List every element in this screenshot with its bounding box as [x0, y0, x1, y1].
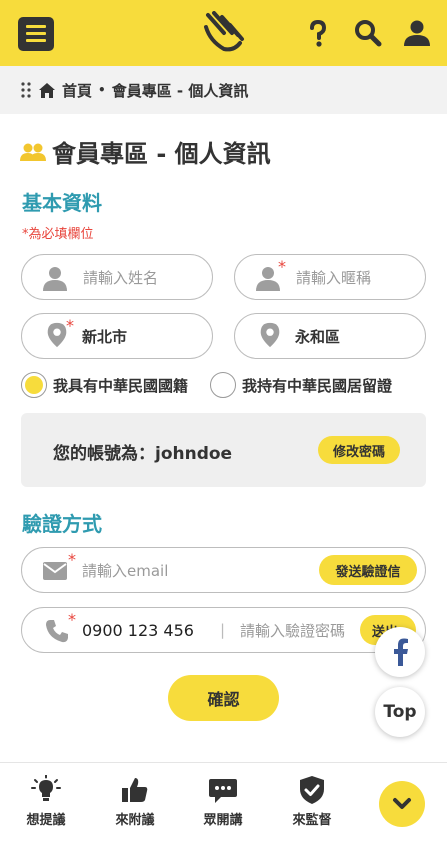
shield-check-icon — [300, 776, 324, 804]
nickname-placeholder: 請輸入暱稱 — [296, 268, 372, 287]
required-mark: * — [68, 610, 76, 629]
facebook-icon — [394, 638, 408, 666]
radio-resident[interactable]: 我持有中華民國居留證 — [210, 372, 392, 398]
nav-discuss[interactable]: 眾開講 — [188, 775, 258, 828]
grip-dots-icon — [21, 82, 31, 98]
verify-heading: 驗證方式 — [22, 512, 102, 536]
hand-logo-icon[interactable] — [202, 11, 246, 53]
back-to-top-button[interactable]: Top — [375, 687, 425, 737]
map-pin-icon — [260, 322, 280, 348]
envelope-icon — [43, 562, 67, 580]
menu-bar — [26, 32, 46, 35]
phone-field[interactable]: * 0900 123 456 | 請輸入驗證密碼 送出 — [21, 607, 426, 653]
page-title-text: 會員專區 - 個人資訊 — [52, 140, 271, 168]
email-placeholder: 請輸入email — [82, 561, 169, 580]
page-title: 會員專區 - 個人資訊 — [20, 134, 271, 169]
name-field[interactable]: 請輸入姓名 — [21, 254, 213, 300]
menu-button[interactable] — [18, 17, 54, 51]
nav-second[interactable]: 來附議 — [100, 775, 170, 828]
nav-second-label: 來附議 — [115, 813, 155, 828]
facebook-share-button[interactable] — [375, 627, 425, 677]
radio-citizen[interactable]: 我具有中華民國國籍 — [21, 372, 188, 398]
nickname-field[interactable]: * 請輸入暱稱 — [234, 254, 426, 300]
radio-citizen-label: 我具有中華民國國籍 — [53, 376, 189, 395]
radio-citizen-circle[interactable] — [21, 372, 47, 398]
breadcrumb-separator: • — [98, 83, 106, 97]
nav-propose[interactable]: 想提議 — [11, 775, 81, 828]
menu-bar — [26, 39, 46, 42]
user-icon[interactable] — [403, 19, 431, 47]
radio-resident-circle[interactable] — [210, 372, 236, 398]
account-label: 您的帳號為：johndoe — [53, 444, 233, 464]
district-select[interactable]: 永和區 — [234, 313, 426, 359]
email-field[interactable]: 請輸入email * 請輸入email 發送驗證信 — [21, 547, 426, 593]
question-mark-icon[interactable] — [304, 19, 332, 47]
nav-monitor-label: 來監督 — [292, 813, 332, 828]
field-divider: | — [220, 621, 226, 639]
users-group-icon — [20, 143, 46, 161]
lightbulb-icon — [31, 775, 61, 801]
scroll-down-button[interactable] — [379, 781, 425, 827]
city-select[interactable]: * 新北市 — [21, 313, 213, 359]
sms-code-placeholder[interactable]: 請輸入驗證密碼 — [240, 620, 345, 641]
required-note: *為必填欄位 — [22, 227, 94, 242]
required-mark: * — [278, 257, 286, 276]
send-verification-email-button[interactable]: 發送驗證信 — [319, 555, 417, 585]
district-value: 永和區 — [295, 327, 341, 346]
basic-info-heading: 基本資料 — [22, 191, 102, 215]
breadcrumb-current: 會員專區 - 個人資訊 — [111, 81, 249, 100]
confirm-button[interactable]: 確認 — [168, 675, 279, 721]
menu-bar — [26, 25, 46, 28]
city-value: 新北市 — [82, 327, 128, 346]
name-placeholder: 請輸入姓名 — [83, 268, 159, 287]
account-box: 您的帳號為：johndoe 修改密碼 — [21, 413, 426, 487]
app-header — [0, 0, 447, 66]
chat-bubble-icon — [209, 779, 237, 803]
breadcrumb: 首頁 • 會員專區 - 個人資訊 — [0, 66, 447, 114]
thumbs-up-icon — [122, 778, 148, 802]
required-mark: * — [68, 550, 76, 569]
required-mark: * — [66, 316, 74, 335]
back-to-top-label: Top — [383, 702, 417, 722]
nav-propose-label: 想提議 — [26, 813, 66, 828]
person-icon — [43, 267, 67, 291]
bottom-nav: 想提議 來附議 眾開講 來監督 — [0, 762, 447, 842]
home-icon[interactable] — [38, 82, 56, 99]
nav-monitor[interactable]: 來監督 — [277, 775, 347, 828]
nav-discuss-label: 眾開講 — [203, 813, 243, 828]
chevron-down-icon — [393, 798, 411, 809]
phone-icon — [46, 620, 68, 643]
search-icon[interactable] — [354, 19, 382, 47]
radio-resident-label: 我持有中華民國居留證 — [242, 376, 393, 395]
phone-value: 0900 123 456 — [82, 620, 194, 640]
breadcrumb-home-link[interactable]: 首頁 — [62, 80, 92, 101]
change-password-button[interactable]: 修改密碼 — [318, 436, 400, 464]
